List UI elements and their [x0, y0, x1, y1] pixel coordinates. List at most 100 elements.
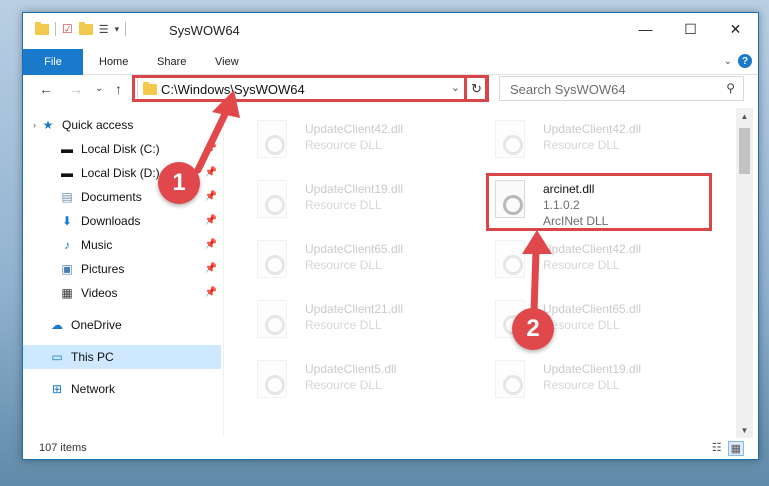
file-name: UpdateClient65.dll — [543, 302, 642, 316]
pin-icon[interactable]: 📌 — [205, 191, 217, 202]
sidebar-item-label: Network — [71, 382, 116, 396]
file-item[interactable]: UpdateClient19.dll Resource DLL — [243, 176, 463, 228]
quick-access-toolbar: ☑ ☰ ▾ — [35, 21, 127, 36]
file-highlight — [486, 173, 712, 231]
toolbar-separator — [125, 22, 127, 36]
pane-divider — [223, 109, 224, 435]
network-icon: ⊞ — [51, 382, 63, 396]
file-description: Resource DLL — [543, 138, 620, 152]
file-item[interactable]: UpdateClient5.dll Resource DLL — [243, 356, 463, 408]
recent-locations-button[interactable]: ⌄ — [95, 83, 103, 94]
ribbon-controls: ⌄ ? — [724, 54, 752, 68]
scroll-down-icon[interactable]: ▼ — [736, 422, 753, 438]
star-icon: ★ — [42, 118, 54, 132]
sidebar-item-label: Local Disk (C:) — [81, 142, 160, 156]
sidebar-item-videos[interactable]: ▦ Videos 📌 — [23, 281, 221, 305]
file-description: Resource DLL — [543, 258, 620, 272]
large-icons-view-icon[interactable]: ▦ — [727, 441, 744, 456]
sidebar-item-local-disk-c[interactable]: ▬ Local Disk (C:) 📌 — [23, 137, 221, 161]
file-description: Resource DLL — [305, 198, 382, 212]
videos-icon: ▦ — [61, 286, 73, 300]
dll-file-icon — [257, 360, 287, 398]
address-path[interactable]: C:\Windows\SysWOW64 — [161, 82, 305, 97]
folder-icon[interactable] — [35, 21, 49, 35]
new-folder-icon[interactable] — [78, 21, 93, 35]
window-title: SysWOW64 — [169, 23, 240, 38]
search-icon[interactable]: ⚲ — [726, 81, 735, 95]
sidebar-item-this-pc[interactable]: ▭ This PC — [23, 345, 221, 369]
pin-icon[interactable]: 📌 — [205, 215, 217, 226]
dll-file-icon — [257, 120, 287, 158]
tab-file[interactable]: File — [23, 49, 83, 75]
file-description: Resource DLL — [305, 258, 382, 272]
qat-dropdown-icon[interactable]: ▾ — [115, 24, 120, 35]
file-description: Resource DLL — [305, 138, 382, 152]
sidebar-item-label: OneDrive — [71, 318, 122, 332]
view-switcher: ☷ ▦ — [712, 441, 744, 456]
sidebar-item-onedrive[interactable]: ☁ OneDrive — [23, 313, 221, 337]
sidebar-item-music[interactable]: ♪ Music 📌 — [23, 233, 221, 257]
folder-icon — [143, 82, 157, 95]
file-name: UpdateClient42.dll — [305, 122, 404, 136]
scroll-thumb[interactable] — [739, 128, 750, 174]
pin-icon[interactable]: 📌 — [205, 143, 217, 154]
sidebar-item-label: Pictures — [81, 262, 125, 276]
sidebar-item-label: Downloads — [81, 214, 141, 228]
sidebar-item-network[interactable]: ⊞ Network — [23, 377, 221, 401]
music-icon: ♪ — [64, 238, 70, 252]
sidebar-item-label: This PC — [71, 350, 114, 364]
sidebar-item-downloads[interactable]: ⬇ Downloads 📌 — [23, 209, 221, 233]
search-placeholder: Search SysWOW64 — [510, 82, 626, 97]
up-button[interactable]: ↑ — [115, 81, 122, 97]
dll-file-icon — [257, 240, 287, 278]
file-item[interactable]: UpdateClient42.dll Resource DLL — [481, 236, 701, 288]
address-dropdown-icon[interactable]: ⌄ — [451, 81, 460, 94]
file-item[interactable]: UpdateClient21.dll Resource DLL — [243, 296, 463, 348]
maximize-button[interactable]: ☐ — [668, 13, 713, 45]
dll-file-icon — [257, 180, 287, 218]
pin-icon[interactable]: 📌 — [205, 167, 217, 178]
sidebar-item-label: Music — [81, 238, 113, 252]
pin-icon[interactable]: 📌 — [205, 287, 217, 298]
close-button[interactable]: ✕ — [713, 13, 758, 45]
pin-icon[interactable]: 📌 — [205, 239, 217, 250]
sidebar-item-label: Documents — [81, 190, 142, 204]
pin-icon[interactable]: 📌 — [205, 263, 217, 274]
scroll-up-icon[interactable]: ▲ — [736, 108, 753, 124]
customize-icon[interactable]: ☰ — [99, 23, 109, 36]
chevron-right-icon[interactable]: › — [33, 120, 36, 130]
file-name: UpdateClient21.dll — [305, 302, 404, 316]
minimize-button[interactable]: — — [623, 13, 668, 45]
sidebar-item-quick-access[interactable]: › ★ Quick access — [23, 113, 221, 137]
details-view-icon[interactable]: ☷ — [712, 441, 722, 456]
expand-ribbon-icon[interactable]: ⌄ — [724, 56, 732, 67]
help-icon[interactable]: ? — [738, 54, 752, 68]
file-item[interactable]: UpdateClient42.dll Resource DLL — [481, 116, 701, 168]
file-name: UpdateClient19.dll — [305, 182, 404, 196]
file-name: UpdateClient19.dll — [543, 362, 642, 376]
navigation-pane: › ★ Quick access ▬ Local Disk (C:) 📌 ▬ L… — [23, 113, 223, 413]
file-item[interactable]: UpdateClient65.dll Resource DLL — [243, 236, 463, 288]
window-controls: — ☐ ✕ — [623, 13, 758, 45]
step-badge-1: 1 — [158, 162, 200, 204]
tab-home[interactable]: Home — [99, 49, 128, 75]
sidebar-item-pictures[interactable]: ▣ Pictures 📌 — [23, 257, 221, 281]
search-box[interactable]: Search SysWOW64 ⚲ — [499, 76, 744, 101]
dll-file-icon — [257, 300, 287, 338]
file-item[interactable]: UpdateClient42.dll Resource DLL — [243, 116, 463, 168]
properties-icon[interactable]: ☑ — [62, 22, 73, 36]
file-description: Resource DLL — [543, 318, 620, 332]
address-bar[interactable]: C:\Windows\SysWOW64 ⌄ ↻ — [137, 76, 489, 101]
file-description: Resource DLL — [305, 318, 382, 332]
file-item[interactable]: UpdateClient19.dll Resource DLL — [481, 356, 701, 408]
vertical-scrollbar[interactable]: ▲ ▼ — [736, 108, 753, 438]
tab-view[interactable]: View — [215, 49, 239, 75]
step-badge-2: 2 — [512, 308, 554, 350]
download-icon: ⬇ — [61, 214, 73, 228]
drive-icon: ▬ — [61, 166, 73, 180]
forward-button[interactable]: → — [69, 81, 83, 97]
refresh-button[interactable]: ↻ — [464, 77, 488, 100]
tab-share[interactable]: Share — [157, 49, 186, 75]
back-button[interactable]: ← — [39, 81, 53, 97]
dll-file-icon — [495, 120, 525, 158]
